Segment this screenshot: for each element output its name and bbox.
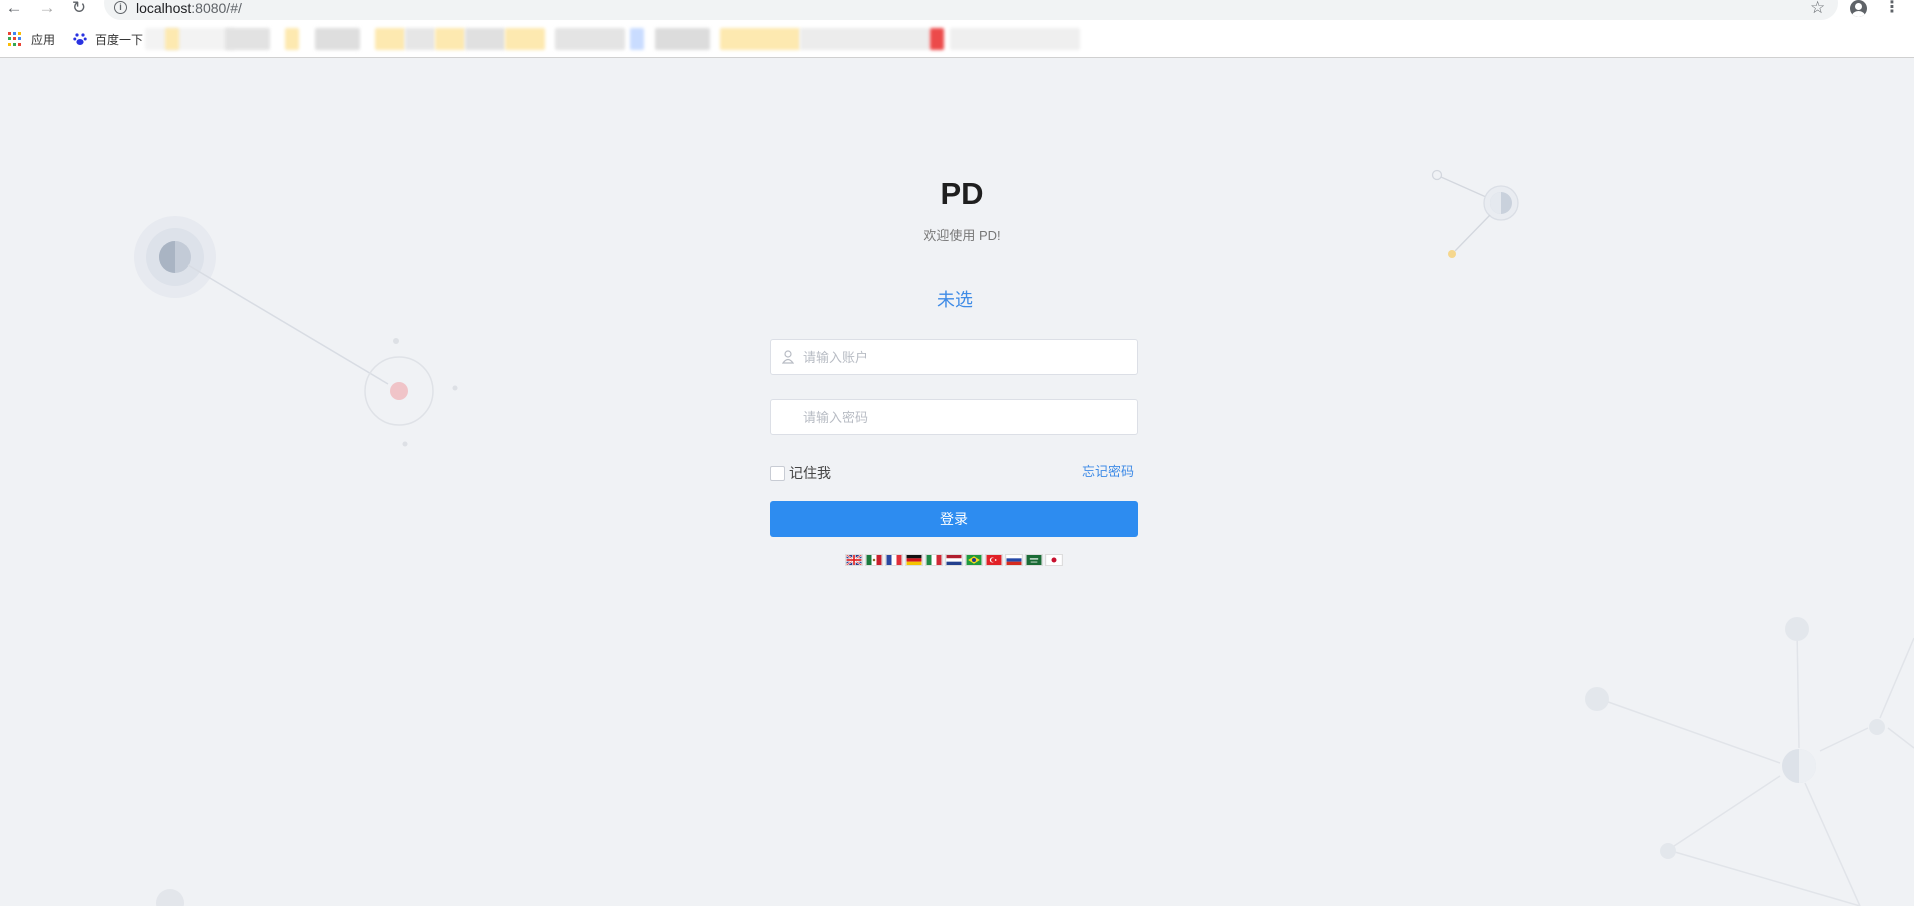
browser-toolbar: ← → ↻ i localhost:8080/#/ ☆ ⋮ [0,0,1914,20]
blurred-bookmark [655,28,710,50]
japan-flag-icon[interactable] [1045,554,1063,566]
language-switcher [845,554,1063,566]
back-arrow-icon[interactable]: ← [3,0,25,18]
tenant-selector[interactable]: 未选 [0,288,1910,312]
mexico-flag-icon[interactable] [865,554,883,566]
france-flag-icon[interactable] [885,554,903,566]
brazil-flag-icon[interactable] [965,554,983,566]
password-field[interactable] [770,399,1138,435]
turkey-flag-icon[interactable] [985,554,1003,566]
url-path: :8080/#/ [191,0,242,16]
remember-checkbox[interactable] [770,465,785,481]
italy-flag-icon[interactable] [925,554,943,566]
login-button[interactable]: 登录 [770,501,1138,537]
blurred-bookmark [145,28,235,50]
blurred-bookmark [405,28,435,50]
welcome-subtitle: 欢迎使用 PD! [923,228,1001,243]
blurred-bookmark [225,28,270,50]
blurred-bookmark [285,28,299,50]
reload-icon[interactable]: ↻ [68,0,90,18]
url-host: localhost [136,0,192,16]
apps-grid-icon[interactable] [8,32,22,46]
account-input[interactable] [803,340,1133,374]
forgot-password-link[interactable]: 忘记密码 [1082,464,1134,480]
password-input[interactable] [803,400,1133,434]
blurred-bookmark [800,28,930,50]
address-bar[interactable] [104,0,1838,20]
bookmark-star-icon[interactable]: ☆ [1810,0,1825,16]
forward-arrow-icon[interactable]: → [36,0,58,18]
app-title: PD [940,176,984,211]
baidu-paw-icon [73,33,87,45]
site-info-icon[interactable]: i [114,1,127,14]
blurred-bookmark [720,28,800,50]
saudi-arabia-flag-icon[interactable] [1025,554,1043,566]
blurred-bookmark [315,28,360,50]
bookmark-baidu[interactable]: 百度一下 [95,32,143,48]
russia-flag-icon[interactable] [1005,554,1023,566]
remember-label: 记住我 [789,465,831,481]
more-menu-icon[interactable]: ⋮ [1884,0,1900,17]
remember-me[interactable]: 记住我 [770,465,831,481]
germany-flag-icon[interactable] [905,554,923,566]
blurred-bookmark [505,28,545,50]
bookmarks-bar: 应用 百度一下 [0,20,1914,58]
blurred-bookmark [375,28,405,50]
blurred-bookmark [630,28,644,50]
blurred-bookmark [555,28,625,50]
english-flag-icon[interactable] [845,554,863,566]
netherlands-flag-icon[interactable] [945,554,963,566]
url-text[interactable]: localhost:8080/#/ [136,0,242,16]
account-field[interactable] [770,339,1138,375]
bottom-right-node-cluster [1585,617,1914,906]
blurred-bookmark [465,28,505,50]
account-icon[interactable] [1850,0,1867,17]
blurred-bookmark [950,28,1080,50]
blurred-bookmark [930,28,944,50]
blurred-bookmark [435,28,465,50]
blurred-bookmark [165,28,179,50]
bookmark-apps[interactable]: 应用 [31,32,55,48]
left-node-cluster [134,216,458,906]
user-icon [782,350,794,364]
